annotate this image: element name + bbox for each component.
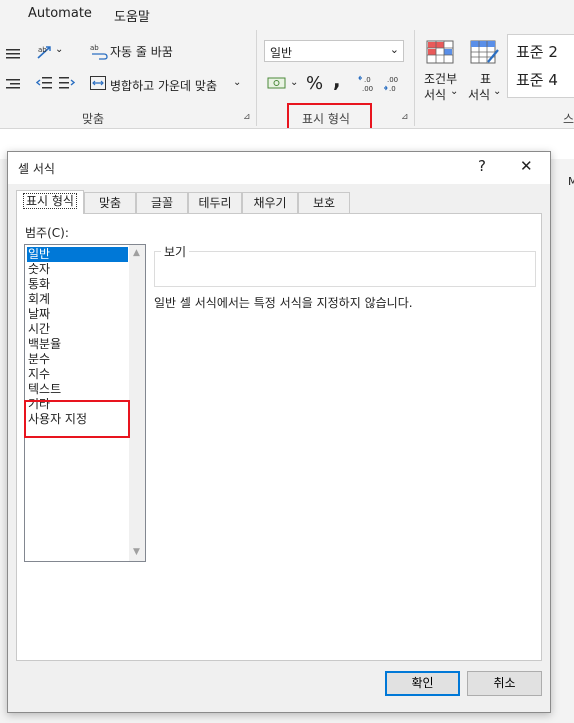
number-launcher-icon[interactable]: ⊿ — [401, 112, 409, 122]
tab-automate[interactable]: Automate — [28, 6, 92, 21]
conditional-format-button[interactable]: 서식 — [424, 86, 446, 103]
tab-alignment[interactable]: 맞춤 — [84, 192, 136, 213]
decrease-decimal-icon[interactable]: .00 .0 — [383, 74, 403, 92]
tab-border[interactable]: 테두리 — [188, 192, 242, 213]
cancel-button[interactable]: 취소 — [467, 671, 542, 696]
scroll-down-icon[interactable]: ▼ — [133, 547, 140, 557]
format-as-table-chevron-icon[interactable]: ⌄ — [493, 86, 501, 97]
tab-number-label: 표시 형식 — [23, 193, 77, 209]
merge-center-icon — [90, 76, 106, 90]
number-format-value: 일반 — [270, 46, 293, 60]
svg-text:ab: ab — [38, 46, 47, 54]
orientation-chevron-icon[interactable]: ⌄ — [55, 44, 63, 55]
format-as-table-icon — [470, 40, 499, 64]
format-description: 일반 셀 서식에서는 특정 서식을 지정하지 않습니다. — [154, 296, 413, 310]
ok-button[interactable]: 확인 — [385, 671, 460, 696]
close-button[interactable]: ✕ — [520, 157, 533, 175]
format-as-table-button[interactable]: 서식 — [468, 86, 490, 103]
svg-text:.00: .00 — [387, 76, 398, 84]
sample-label: 보기 — [161, 243, 190, 260]
category-item-number[interactable]: 숫자 — [27, 262, 128, 277]
style-normal2[interactable]: 표준 2 — [516, 41, 558, 62]
currency-chevron-icon[interactable]: ⌄ — [290, 77, 298, 88]
category-item-scientific[interactable]: 지수 — [27, 367, 128, 382]
svg-text:.0: .0 — [364, 76, 371, 84]
wrap-text-icon: ab — [90, 44, 108, 60]
number-format-dropdown[interactable]: 일반 ⌄ — [264, 40, 404, 62]
format-as-table-label-1[interactable]: 표 — [480, 70, 491, 87]
category-item-currency[interactable]: 통화 — [27, 277, 128, 292]
align-lines-icon[interactable] — [6, 48, 20, 60]
tab-number[interactable]: 표시 형식 — [16, 190, 84, 214]
tab-font[interactable]: 글꼴 — [136, 192, 188, 213]
column-header-m: M — [568, 175, 574, 188]
alignment-group-label: 맞춤 — [82, 112, 105, 126]
svg-text:.00: .00 — [362, 85, 373, 92]
scroll-up-icon[interactable]: ▲ — [133, 248, 140, 258]
wrap-text-button[interactable]: 자동 줄 바꿈 — [110, 43, 173, 60]
category-scrollbar[interactable]: ▲ ▼ — [129, 245, 145, 561]
align-right-icon[interactable] — [6, 78, 20, 90]
decrease-indent-icon[interactable] — [36, 76, 52, 90]
styles-group-label: 스 — [563, 112, 574, 126]
group-divider — [414, 30, 415, 126]
category-item-date[interactable]: 날짜 — [27, 307, 128, 322]
svg-text:ab: ab — [90, 44, 99, 52]
group-divider — [256, 30, 257, 126]
conditional-format-icon — [426, 40, 454, 64]
tab-fill[interactable]: 채우기 — [242, 192, 298, 213]
category-item-percentage[interactable]: 백분율 — [27, 337, 128, 352]
dialog-titlebar[interactable]: 셀 서식 ? ✕ — [8, 152, 550, 184]
increase-decimal-icon[interactable]: .0 .00 — [358, 74, 378, 92]
orientation-icon[interactable]: ab — [36, 44, 54, 60]
tab-protection[interactable]: 보호 — [298, 192, 350, 213]
custom-category-highlight — [24, 400, 130, 438]
ribbon: Automate 도움말 ab ⌄ ab 자동 줄 바꿈 병합하고 가운데 맞춤… — [0, 0, 574, 139]
category-item-accounting[interactable]: 회계 — [27, 292, 128, 307]
alignment-launcher-icon[interactable]: ⊿ — [243, 112, 251, 122]
svg-text:.0: .0 — [389, 85, 396, 92]
increase-indent-icon[interactable] — [59, 76, 75, 90]
currency-icon[interactable] — [267, 75, 287, 91]
cell-styles-gallery[interactable]: 표준 2 표준 4 — [507, 34, 574, 98]
merge-center-button[interactable]: 병합하고 가운데 맞춤 — [110, 77, 217, 94]
style-normal4[interactable]: 표준 4 — [516, 69, 558, 90]
conditional-format-label-1[interactable]: 조건부 — [424, 70, 457, 87]
merge-chevron-icon[interactable]: ⌄ — [233, 77, 241, 88]
category-item-text[interactable]: 텍스트 — [27, 382, 128, 397]
comma-style-button[interactable]: , — [333, 68, 341, 92]
category-item-fraction[interactable]: 분수 — [27, 352, 128, 367]
percent-style-button[interactable]: % — [306, 73, 323, 94]
conditional-format-chevron-icon[interactable]: ⌄ — [450, 86, 458, 97]
chevron-down-icon: ⌄ — [389, 43, 399, 56]
dialog-title: 셀 서식 — [18, 162, 55, 176]
help-button[interactable]: ? — [478, 157, 486, 175]
category-label: 범주(C): — [25, 226, 69, 240]
sample-group — [154, 251, 536, 287]
category-item-general[interactable]: 일반 — [27, 247, 128, 262]
category-item-time[interactable]: 시간 — [27, 322, 128, 337]
tab-help[interactable]: 도움말 — [114, 6, 150, 25]
